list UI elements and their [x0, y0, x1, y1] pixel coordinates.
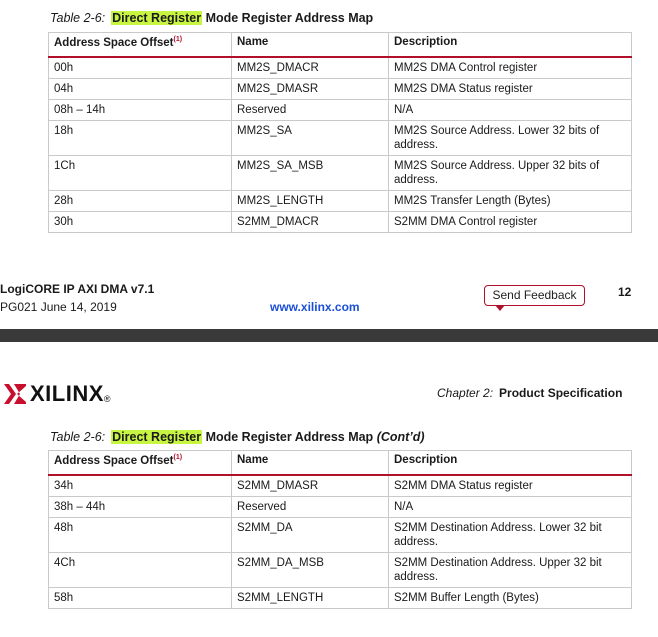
cell-offset: 04h [48, 78, 232, 100]
cell-offset: 08h – 14h [48, 99, 232, 121]
xilinx-logo: XILINX ® [4, 381, 111, 407]
cell-offset: 28h [48, 190, 232, 212]
cell-description: MM2S DMA Control register [388, 56, 632, 79]
cell-register-name: MM2S_DMASR [231, 78, 389, 100]
cell-offset: 1Ch [48, 155, 232, 191]
cell-description: S2MM Destination Address. Lower 32 bit a… [388, 517, 632, 553]
column-header-offset: Address Space Offset(1) [48, 450, 232, 476]
cell-offset: 48h [48, 517, 232, 553]
cell-description: MM2S Transfer Length (Bytes) [388, 190, 632, 212]
xilinx-x-icon [4, 384, 26, 404]
column-header-description: Description [388, 450, 632, 476]
table-row: 34h S2MM_DMASR S2MM DMA Status register [48, 474, 632, 497]
table2-caption-contd: (Cont’d) [376, 430, 425, 444]
logo-text: XILINX [30, 381, 104, 406]
column-header-description: Description [388, 32, 632, 58]
footer-doc-date: PG021 June 14, 2019 [0, 300, 117, 314]
search-highlight: Direct Register [111, 430, 203, 444]
cell-register-name: MM2S_SA [231, 120, 389, 156]
register-table-1: Address Space Offset(1) Name Description… [48, 32, 632, 233]
cell-offset: 18h [48, 120, 232, 156]
cell-description: S2MM DMA Status register [388, 474, 632, 497]
cell-description: MM2S Source Address. Upper 32 bits of ad… [388, 155, 632, 191]
page-divider [0, 329, 658, 342]
table-row: 00h MM2S_DMACR MM2S DMA Control register [48, 56, 632, 79]
cell-description: S2MM Buffer Length (Bytes) [388, 587, 632, 609]
table2-caption-title: Mode Register Address Map [205, 430, 374, 444]
cell-register-name: S2MM_DA_MSB [231, 552, 389, 588]
speech-bubble-tail-icon [495, 305, 505, 311]
table-row: 04h MM2S_DMASR MM2S DMA Status register [48, 78, 632, 100]
table-row: 08h – 14h Reserved N/A [48, 99, 632, 121]
column-header-name: Name [231, 450, 389, 476]
xilinx-website-link[interactable]: www.xilinx.com [270, 300, 360, 314]
column-header-name: Name [231, 32, 389, 58]
table1-caption-number: Table 2-6: [50, 11, 106, 25]
table-row: 58h S2MM_LENGTH S2MM Buffer Length (Bytes) [48, 587, 632, 609]
cell-register-name: S2MM_DMACR [231, 211, 389, 233]
table-header-row: Address Space Offset(1) Name Description [48, 32, 632, 58]
table-row: 30h S2MM_DMACR S2MM DMA Control register [48, 211, 632, 233]
table2-caption: Table 2-6: Direct Register Mode Register … [50, 430, 425, 444]
cell-offset: 58h [48, 587, 232, 609]
table-row: 48h S2MM_DA S2MM Destination Address. Lowe… [48, 517, 632, 553]
registered-mark: ® [103, 394, 111, 404]
page-number: 12 [618, 285, 632, 299]
register-table-2: Address Space Offset(1) Name Description… [48, 450, 632, 609]
cell-offset: 38h – 44h [48, 496, 232, 518]
cell-offset: 4Ch [48, 552, 232, 588]
cell-description: MM2S Source Address. Lower 32 bits of ad… [388, 120, 632, 156]
cell-description: S2MM DMA Control register [388, 211, 632, 233]
cell-offset: 34h [48, 474, 232, 497]
table-header-row: Address Space Offset(1) Name Description [48, 450, 632, 476]
cell-register-name: MM2S_SA_MSB [231, 155, 389, 191]
send-feedback-label: Send Feedback [492, 288, 577, 302]
cell-register-name: Reserved [231, 496, 389, 518]
cell-register-name: S2MM_LENGTH [231, 587, 389, 609]
table-row: 18h MM2S_SA MM2S Source Address. Lower 32 … [48, 120, 632, 156]
cell-register-name: MM2S_LENGTH [231, 190, 389, 212]
cell-offset: 00h [48, 56, 232, 79]
table1-caption: Table 2-6: Direct Register Mode Register … [50, 11, 373, 25]
footnote-marker: (1) [173, 454, 183, 461]
table-row: 4Ch S2MM_DA_MSB S2MM Destination Address. … [48, 552, 632, 588]
chapter-title: Product Specification [499, 386, 623, 400]
cell-register-name: Reserved [231, 99, 389, 121]
cell-description: S2MM Destination Address. Upper 32 bit a… [388, 552, 632, 588]
send-feedback-button[interactable]: Send Feedback [484, 285, 585, 311]
chapter-heading: Chapter 2: Product Specification [437, 386, 622, 400]
table-row: 28h MM2S_LENGTH MM2S Transfer Length (Byte… [48, 190, 632, 212]
cell-register-name: MM2S_DMACR [231, 56, 389, 79]
table2-caption-number: Table 2-6: [50, 430, 106, 444]
footer-doc-title: LogiCORE IP AXI DMA v7.1 [0, 282, 155, 296]
cell-description: N/A [388, 496, 632, 518]
cell-description: MM2S DMA Status register [388, 78, 632, 100]
table-row: 38h – 44h Reserved N/A [48, 496, 632, 518]
table1-caption-title: Mode Register Address Map [205, 11, 374, 25]
table-row: 1Ch MM2S_SA_MSB MM2S Source Address. Upper… [48, 155, 632, 191]
cell-offset: 30h [48, 211, 232, 233]
cell-register-name: S2MM_DMASR [231, 474, 389, 497]
cell-description: N/A [388, 99, 632, 121]
cell-register-name: S2MM_DA [231, 517, 389, 553]
column-header-offset: Address Space Offset(1) [48, 32, 232, 58]
footnote-marker: (1) [173, 36, 183, 43]
chapter-number: Chapter 2: [437, 386, 494, 400]
search-highlight: Direct Register [111, 11, 203, 25]
